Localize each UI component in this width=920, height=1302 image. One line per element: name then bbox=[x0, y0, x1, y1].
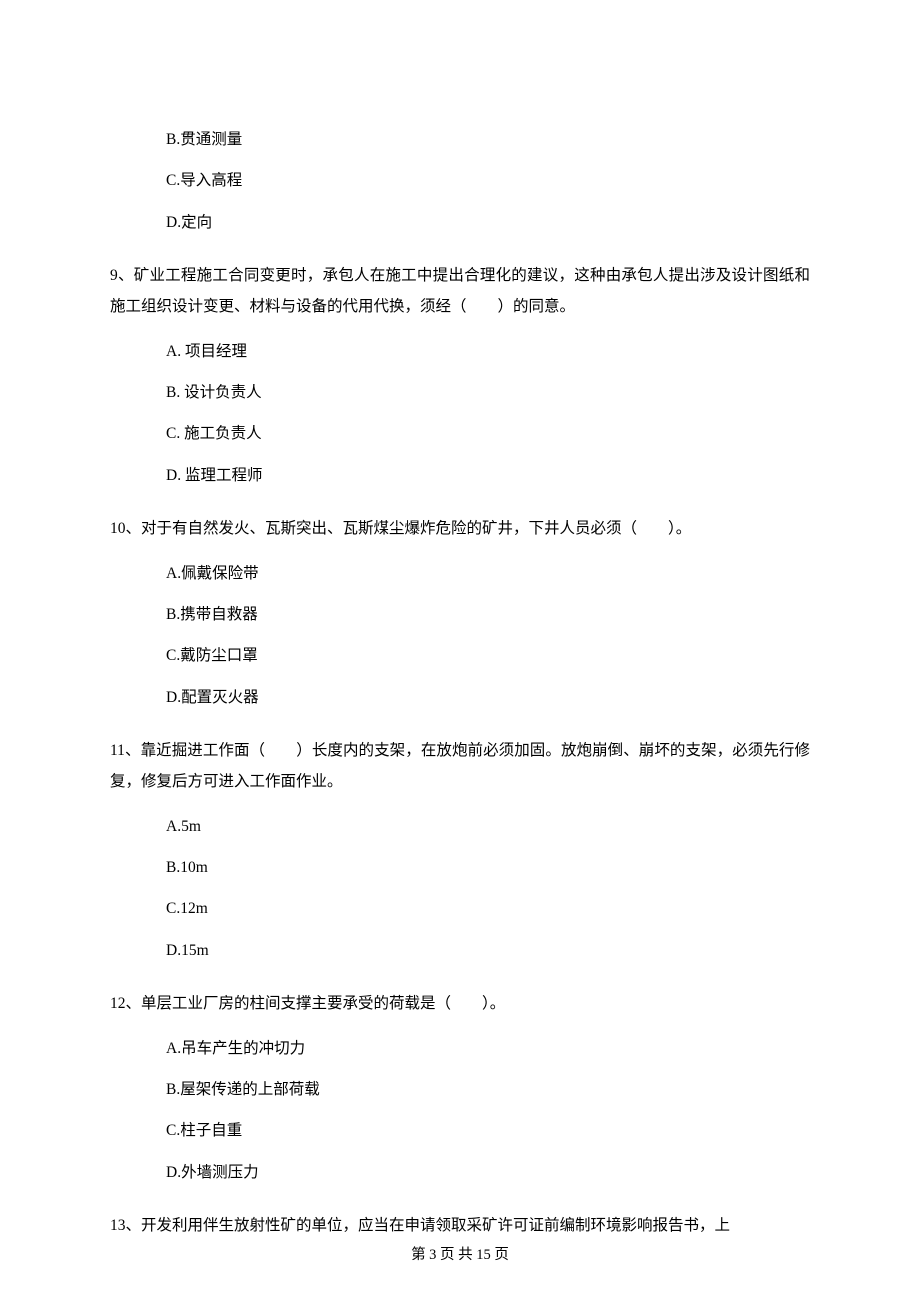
q9-option-b: B. 设计负责人 bbox=[166, 381, 810, 404]
q13-text: 13、开发利用伴生放射性矿的单位，应当在申请领取采矿许可证前编制环境影响报告书，… bbox=[110, 1210, 810, 1241]
q10-option-c: C.戴防尘口罩 bbox=[166, 644, 810, 667]
q8-option-d: D.定向 bbox=[166, 211, 810, 234]
q10-option-b: B.携带自救器 bbox=[166, 603, 810, 626]
q12-text: 12、单层工业厂房的柱间支撑主要承受的荷载是（ ）。 bbox=[110, 988, 810, 1019]
q10-text: 10、对于有自然发火、瓦斯突出、瓦斯煤尘爆炸危险的矿井，下井人员必须（ ）。 bbox=[110, 513, 810, 544]
q9-option-c: C. 施工负责人 bbox=[166, 422, 810, 445]
document-page: B.贯通测量 C.导入高程 D.定向 9、矿业工程施工合同变更时，承包人在施工中… bbox=[0, 0, 920, 1297]
q9-option-d: D. 监理工程师 bbox=[166, 464, 810, 487]
q12-option-d: D.外墙测压力 bbox=[166, 1161, 810, 1184]
q12-option-a: A.吊车产生的冲切力 bbox=[166, 1037, 810, 1060]
q10-option-d: D.配置灭火器 bbox=[166, 686, 810, 709]
q11-option-b: B.10m bbox=[166, 856, 810, 879]
q9-option-a: A. 项目经理 bbox=[166, 340, 810, 363]
q10-option-a: A.佩戴保险带 bbox=[166, 562, 810, 585]
q8-option-c: C.导入高程 bbox=[166, 169, 810, 192]
q12-option-c: C.柱子自重 bbox=[166, 1119, 810, 1142]
q11-option-d: D.15m bbox=[166, 939, 810, 962]
q12-option-b: B.屋架传递的上部荷载 bbox=[166, 1078, 810, 1101]
q9-text: 9、矿业工程施工合同变更时，承包人在施工中提出合理化的建议，这种由承包人提出涉及… bbox=[110, 260, 810, 322]
q11-text: 11、靠近掘进工作面（ ）长度内的支架，在放炮前必须加固。放炮崩倒、崩坏的支架，… bbox=[110, 735, 810, 797]
q11-option-c: C.12m bbox=[166, 897, 810, 920]
q8-option-b: B.贯通测量 bbox=[166, 128, 810, 151]
page-footer: 第 3 页 共 15 页 bbox=[110, 1245, 810, 1267]
q11-option-a: A.5m bbox=[166, 815, 810, 838]
